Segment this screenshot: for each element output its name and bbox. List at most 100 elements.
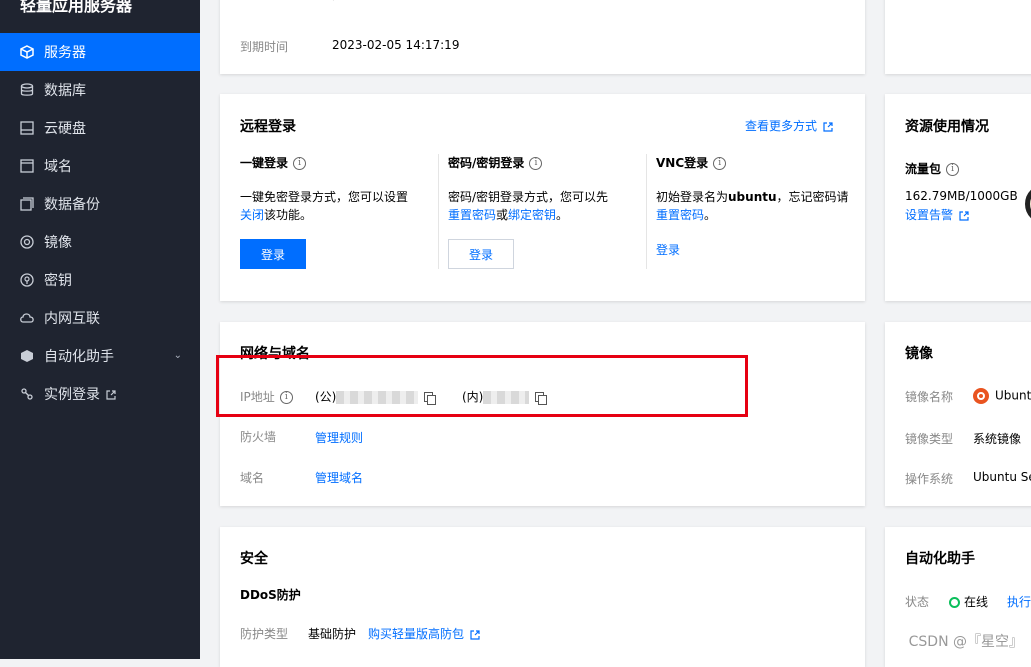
info-icon[interactable]: i: [946, 163, 960, 176]
domain-label: 域名: [240, 471, 265, 485]
chevron-down-icon: ⌄: [173, 350, 182, 361]
online-status-icon: [949, 597, 960, 608]
sidebar-item-label: 数据库: [44, 83, 86, 99]
info-icon[interactable]: i: [529, 157, 543, 170]
image-type-value: 系统镜像: [973, 432, 1022, 446]
protection-type-label: 防护类型: [240, 627, 289, 641]
image-name-value: Ubuntu: [973, 388, 1031, 404]
sidebar-item-label: 数据备份: [44, 197, 100, 213]
backup-icon: [20, 197, 34, 211]
sidebar-item-instance-login[interactable]: 实例登录: [0, 375, 200, 413]
reset-password-link[interactable]: 重置密码: [448, 208, 496, 222]
divider: [438, 154, 439, 269]
external-link-icon: [470, 629, 480, 640]
sidebar: 轻量应用服务器 服务器 数据库 云硬盘 域名 数据备份 镜像 密钥 内网互联 自…: [0, 0, 200, 659]
remote-login-card: 远程登录 查看更多方式 一键登录 i 一键免密登录方式，您可以设置 关闭该功能。 …: [220, 94, 865, 301]
manage-domain-link[interactable]: 管理域名: [315, 469, 363, 486]
watermark: CSDN @『星空』: [908, 634, 1023, 650]
security-title: 安全: [240, 551, 268, 567]
firewall-label: 防火墙: [240, 430, 277, 444]
more-login-methods-link[interactable]: 查看更多方式: [745, 117, 833, 134]
password-desc: 密码/密钥登录方式，您可以先: [448, 190, 609, 204]
os-value: Ubuntu Ser: [973, 470, 1031, 484]
ddos-title: DDoS防护: [240, 588, 301, 602]
image-name-label: 镜像名称: [905, 390, 954, 404]
database-icon: [20, 83, 34, 96]
automation-title: 自动化助手: [905, 551, 975, 567]
divider: [646, 154, 647, 269]
sidebar-item-label: 镜像: [44, 235, 72, 251]
info-icon[interactable]: i: [713, 157, 727, 170]
one-click-desc: 一键免密登录方式，您可以设置: [240, 190, 409, 204]
sidebar-item-label: 自动化助手: [44, 349, 114, 365]
image-title: 镜像: [905, 346, 933, 362]
usage-ring-chart: [1025, 184, 1031, 224]
sidebar-item-label: 密钥: [44, 273, 72, 289]
manage-rules-link[interactable]: 管理规则: [315, 429, 363, 446]
tag-label: 标签: [240, 0, 264, 3]
sidebar-item-intranet[interactable]: 内网互联: [0, 299, 200, 337]
robot-icon: [21, 350, 33, 362]
status-value: 在线: [949, 593, 988, 610]
disk-icon: [20, 121, 34, 135]
password-desc-line2: 重置密码或绑定密钥。: [448, 208, 569, 222]
os-label: 操作系统: [905, 472, 954, 486]
sidebar-item-label: 域名: [44, 159, 72, 175]
basic-info-card: 标签 无 到期时间 2023-02-05 14:17:19: [220, 0, 865, 74]
image-icon: [20, 235, 34, 249]
status-label: 状态: [905, 595, 930, 609]
sidebar-item-label: 实例登录: [44, 384, 116, 404]
cube-icon: [20, 45, 34, 59]
disable-link[interactable]: 关闭: [240, 208, 264, 222]
tag-value: 无: [332, 0, 344, 3]
sidebar-item-server[interactable]: 服务器: [0, 33, 200, 71]
expire-label: 到期时间: [240, 40, 289, 54]
one-click-login-button[interactable]: 登录: [240, 239, 306, 269]
ubuntu-icon: [973, 388, 989, 404]
sidebar-item-backup[interactable]: 数据备份: [0, 185, 200, 223]
one-click-desc-line2: 关闭该功能。: [240, 208, 313, 222]
product-title: 轻量应用服务器: [20, 0, 133, 15]
resource-usage-card: 资源使用情况 流量包 i 162.79MB/1000GB 设置告警: [885, 94, 1031, 301]
vnc-reset-password-link[interactable]: 重置密码: [656, 208, 704, 222]
sidebar-item-cloud-disk[interactable]: 云硬盘: [0, 109, 200, 147]
set-alarm-link[interactable]: 设置告警: [905, 206, 969, 223]
login-icon: [21, 388, 33, 400]
network-icon: [20, 313, 34, 323]
vnc-desc-line2: 重置密码。: [656, 208, 717, 222]
protection-type-value: 基础防护: [308, 627, 357, 641]
external-link-icon: [106, 390, 116, 400]
sidebar-item-key[interactable]: 密钥: [0, 261, 200, 299]
bind-key-link[interactable]: 绑定密钥: [508, 208, 556, 222]
sidebar-item-database[interactable]: 数据库: [0, 71, 200, 109]
sidebar-item-image[interactable]: 镜像: [0, 223, 200, 261]
right-top-card: [885, 0, 1031, 74]
sidebar-item-domain[interactable]: 域名: [0, 147, 200, 185]
external-link-icon: [823, 121, 833, 132]
expire-value: 2023-02-05 14:17:19: [332, 38, 460, 52]
highlight-box: [216, 355, 748, 417]
domain-icon: [20, 159, 34, 173]
password-login-title: 密码/密钥登录 i: [448, 154, 543, 171]
buy-protection-link[interactable]: 购买轻量版高防包: [368, 625, 480, 642]
remote-login-title: 远程登录: [240, 119, 296, 135]
password-login-button[interactable]: 登录: [448, 239, 514, 269]
external-link-icon: [959, 210, 969, 221]
traffic-label: 流量包 i: [905, 160, 960, 177]
image-type-label: 镜像类型: [905, 432, 954, 446]
sidebar-item-label: 云硬盘: [44, 121, 86, 137]
security-card: 安全 DDoS防护 防护类型 基础防护 购买轻量版高防包: [220, 527, 865, 667]
info-icon[interactable]: i: [293, 157, 307, 170]
vnc-desc: 初始登录名为ubuntu，忘记密码请: [656, 190, 849, 204]
execute-link[interactable]: 执行: [1007, 593, 1031, 610]
sidebar-item-automation[interactable]: 自动化助手 ⌄: [0, 337, 200, 375]
vnc-login-link[interactable]: 登录: [656, 241, 680, 258]
one-click-login-title: 一键登录 i: [240, 154, 307, 171]
sidebar-item-label: 服务器: [44, 45, 86, 61]
key-icon: [20, 273, 34, 287]
sidebar-item-label: 内网互联: [44, 311, 100, 327]
resource-title: 资源使用情况: [905, 119, 989, 135]
traffic-value: 162.79MB/1000GB: [905, 189, 1018, 203]
vnc-login-title: VNC登录 i: [656, 154, 727, 171]
image-card: 镜像 镜像名称 Ubuntu 镜像类型 系统镜像 操作系统 Ubuntu Ser: [885, 322, 1031, 506]
